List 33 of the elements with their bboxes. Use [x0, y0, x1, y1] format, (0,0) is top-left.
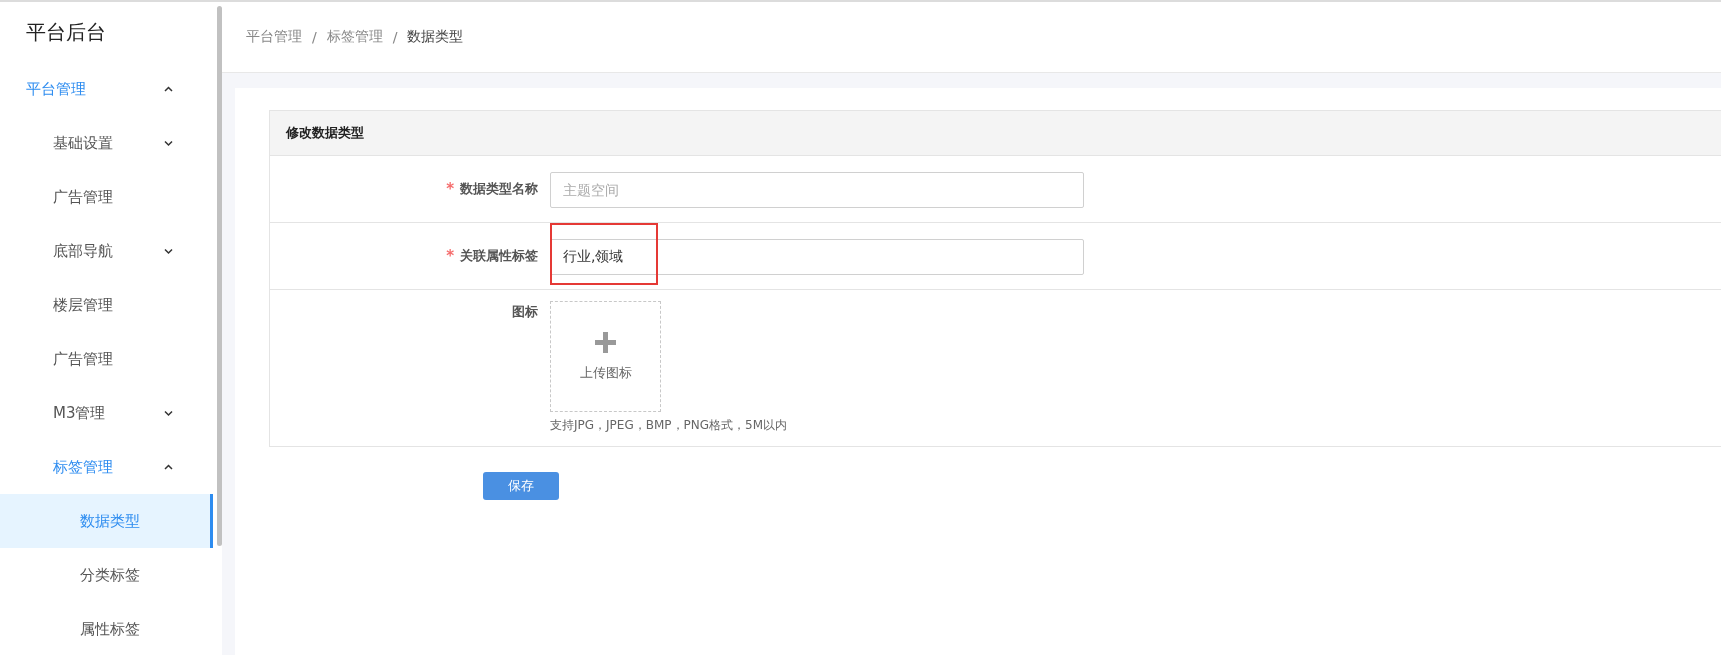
menu-group[interactable]: 基础设置: [0, 116, 217, 170]
required-mark: *: [446, 180, 454, 198]
menu-item[interactable]: 广告管理: [0, 170, 217, 224]
field-label: 数据类型名称: [460, 180, 538, 198]
upload-hint: 支持JPG，JPEG，BMP，PNG格式，5M以内: [550, 417, 788, 434]
required-mark: *: [446, 247, 454, 265]
scrollbar[interactable]: [217, 6, 222, 546]
field-label: 图标: [512, 303, 538, 321]
menu-item[interactable]: 楼层管理: [0, 278, 217, 332]
breadcrumb-separator: /: [312, 29, 317, 45]
chevron-down-icon: [164, 247, 173, 255]
menu-group[interactable]: 标签管理: [0, 440, 217, 494]
chevron-up-icon: [164, 463, 173, 471]
text-field[interactable]: 主题空间: [550, 172, 1084, 208]
chevron-down-icon: [164, 139, 173, 147]
field-label: 关联属性标签: [460, 247, 538, 265]
upload-button[interactable]: 上传图标: [550, 301, 661, 412]
menu-group[interactable]: M3管理: [0, 386, 217, 440]
menu-group[interactable]: 底部导航: [0, 224, 217, 278]
plus-icon: [594, 331, 617, 354]
breadcrumb-item: 数据类型: [407, 28, 464, 46]
chevron-down-icon: [164, 409, 173, 417]
breadcrumb-item[interactable]: 标签管理: [326, 28, 383, 46]
menu-item[interactable]: 分类标签: [0, 548, 217, 602]
menu-group[interactable]: 平台管理: [0, 62, 217, 116]
menu-item[interactable]: 广告管理: [0, 332, 217, 386]
app-title: 平台后台: [26, 18, 106, 46]
chevron-up-icon: [164, 85, 173, 93]
panel-title: 修改数据类型: [286, 124, 364, 142]
text-field[interactable]: 行业,领域: [550, 239, 1084, 275]
menu-item[interactable]: 属性标签: [0, 602, 217, 655]
breadcrumb-item[interactable]: 平台管理: [246, 28, 302, 46]
breadcrumb-separator: /: [392, 29, 398, 45]
